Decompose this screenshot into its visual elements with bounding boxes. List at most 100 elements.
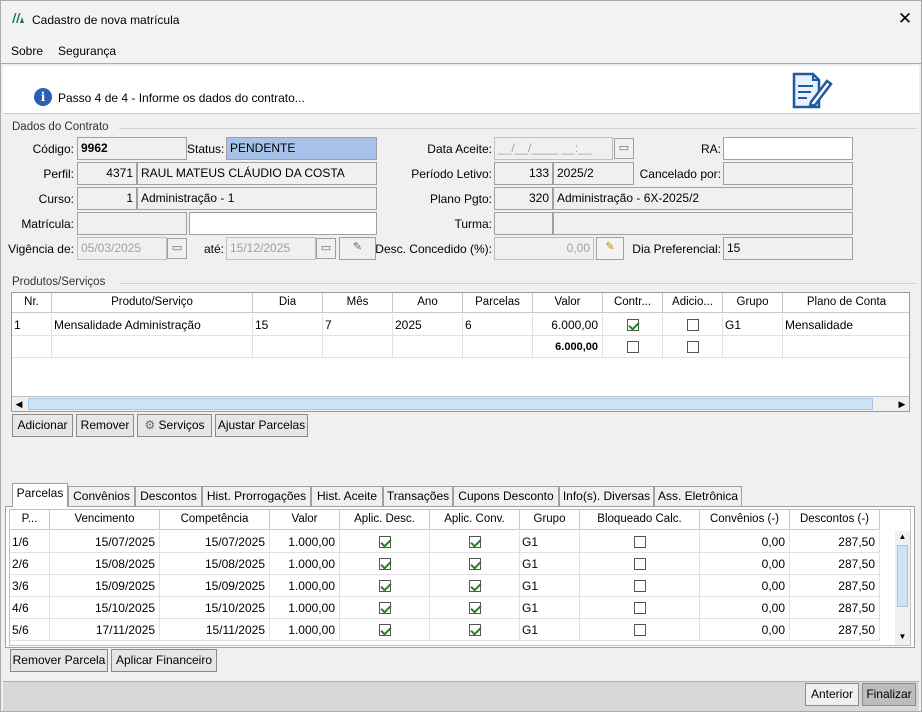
table-cell[interactable] (340, 597, 430, 619)
codigo-field[interactable]: 9962 (77, 137, 187, 160)
conv-checkbox[interactable] (468, 601, 481, 614)
produtos-grid[interactable]: Nr. Produto/Serviço Dia Mês Ano Parcelas… (11, 292, 910, 412)
grid-header[interactable]: Parcelas (463, 293, 533, 313)
periodo-code-field[interactable]: 133 (494, 162, 553, 185)
calendar-icon[interactable]: ▭ (167, 238, 187, 259)
horizontal-scrollbar[interactable]: ◀ ▶ (12, 396, 909, 411)
contr-checkbox[interactable] (626, 318, 639, 331)
table-cell[interactable]: 1.000,00 (270, 619, 340, 641)
table-cell[interactable]: 17/11/2025 (50, 619, 160, 641)
table-cell[interactable]: 6 (463, 314, 533, 336)
menu-seguranca[interactable]: Segurança (58, 44, 116, 58)
status-field[interactable]: PENDENTE (226, 137, 377, 160)
grid-header[interactable]: Produto/Serviço (52, 293, 253, 313)
tab-hist-prorrogacoes[interactable]: Hist. Prorrogações (202, 486, 311, 506)
conv-checkbox[interactable] (468, 557, 481, 570)
table-cell[interactable] (430, 531, 520, 553)
menu-sobre[interactable]: Sobre (11, 44, 43, 58)
grid-header[interactable]: Adicio... (663, 293, 723, 313)
tab-descontos[interactable]: Descontos (135, 486, 202, 506)
grid-header[interactable]: Vencimento (50, 510, 160, 530)
table-cell[interactable] (580, 531, 700, 553)
anterior-button[interactable]: Anterior (805, 683, 859, 706)
tab-ass-eletronica[interactable]: Ass. Eletrônica (654, 486, 742, 506)
perfil-code-field[interactable]: 4371 (77, 162, 137, 185)
scroll-thumb[interactable] (28, 398, 873, 410)
table-cell[interactable]: 0,00 (700, 553, 790, 575)
total-contr-checkbox[interactable] (626, 340, 639, 353)
matricula-extra-field[interactable] (189, 212, 377, 235)
table-cell[interactable]: G1 (723, 314, 783, 336)
tab-cupons-desconto[interactable]: Cupons Desconto (453, 486, 559, 506)
grid-header[interactable]: Ano (393, 293, 463, 313)
table-cell[interactable] (340, 575, 430, 597)
periodo-name-field[interactable]: 2025/2 (553, 162, 634, 185)
grid-header[interactable]: Competência (160, 510, 270, 530)
table-cell[interactable]: 287,50 (790, 597, 880, 619)
perfil-name-field[interactable]: RAUL MATEUS CLÁUDIO DA COSTA (137, 162, 377, 185)
table-cell[interactable] (430, 553, 520, 575)
plano-code-field[interactable]: 320 (494, 187, 553, 210)
grid-header[interactable]: Bloqueado Calc. (580, 510, 700, 530)
table-cell[interactable]: 1.000,00 (270, 597, 340, 619)
scroll-right-icon[interactable]: ▶ (895, 397, 909, 411)
turma-name-field[interactable] (553, 212, 853, 235)
calendar-icon[interactable]: ▭ (614, 138, 634, 159)
bloq-checkbox[interactable] (633, 601, 646, 614)
table-cell[interactable] (340, 619, 430, 641)
grid-header[interactable]: Plano de Conta (783, 293, 909, 313)
table-cell[interactable]: 5/6 (10, 619, 50, 641)
table-cell[interactable] (580, 553, 700, 575)
turma-code-field[interactable] (494, 212, 553, 235)
scroll-down-icon[interactable]: ▼ (895, 631, 910, 643)
grid-header[interactable]: P... (10, 510, 50, 530)
table-cell[interactable] (430, 597, 520, 619)
table-cell[interactable] (663, 336, 723, 358)
table-cell[interactable]: G1 (520, 619, 580, 641)
grid-header[interactable]: Contr... (603, 293, 663, 313)
data-aceite-field[interactable]: __/__/____ __:__ (494, 137, 613, 160)
tab-convenios[interactable]: Convênios (68, 486, 135, 506)
table-cell[interactable]: 3/6 (10, 575, 50, 597)
table-cell[interactable] (430, 619, 520, 641)
desc-checkbox[interactable] (378, 579, 391, 592)
table-cell[interactable] (603, 336, 663, 358)
desc-checkbox[interactable] (378, 557, 391, 570)
conv-checkbox[interactable] (468, 623, 481, 636)
table-cell[interactable]: 15/11/2025 (160, 619, 270, 641)
conv-checkbox[interactable] (468, 535, 481, 548)
table-cell[interactable]: 1/6 (10, 531, 50, 553)
tab-transacoes[interactable]: Transações (383, 486, 453, 506)
desc-checkbox[interactable] (378, 601, 391, 614)
total-adicio-checkbox[interactable] (686, 340, 699, 353)
grid-header[interactable]: Mês (323, 293, 393, 313)
grid-header[interactable]: Nr. (12, 293, 52, 313)
table-cell[interactable]: Mensalidade (783, 314, 909, 336)
table-cell[interactable]: 287,50 (790, 575, 880, 597)
table-cell[interactable]: G1 (520, 531, 580, 553)
grid-header[interactable]: Valor (270, 510, 340, 530)
remover-parcela-button[interactable]: Remover Parcela (10, 649, 108, 672)
grid-header[interactable]: Grupo (723, 293, 783, 313)
table-cell[interactable]: 15/09/2025 (160, 575, 270, 597)
adicionar-button[interactable]: Adicionar (12, 414, 73, 437)
finalizar-button[interactable]: Finalizar (862, 683, 916, 706)
vertical-scrollbar[interactable]: ▲ ▼ (895, 531, 910, 645)
grid-header[interactable]: Aplic. Conv. (430, 510, 520, 530)
matricula-field[interactable] (77, 212, 187, 235)
grid-header[interactable]: Descontos (-) (790, 510, 880, 530)
tab-parcelas[interactable]: Parcelas (12, 483, 68, 507)
tab-hist-aceite[interactable]: Hist. Aceite (311, 486, 383, 506)
bloq-checkbox[interactable] (633, 535, 646, 548)
table-cell[interactable]: 2/6 (10, 553, 50, 575)
table-cell[interactable]: G1 (520, 597, 580, 619)
table-cell[interactable]: 1.000,00 (270, 575, 340, 597)
table-cell[interactable]: 15/09/2025 (50, 575, 160, 597)
table-cell[interactable]: 0,00 (700, 531, 790, 553)
table-cell[interactable] (663, 314, 723, 336)
table-cell[interactable]: Mensalidade Administração (52, 314, 253, 336)
table-cell[interactable]: 15/08/2025 (160, 553, 270, 575)
bloq-checkbox[interactable] (633, 579, 646, 592)
conv-checkbox[interactable] (468, 579, 481, 592)
scroll-left-icon[interactable]: ◀ (12, 397, 26, 411)
